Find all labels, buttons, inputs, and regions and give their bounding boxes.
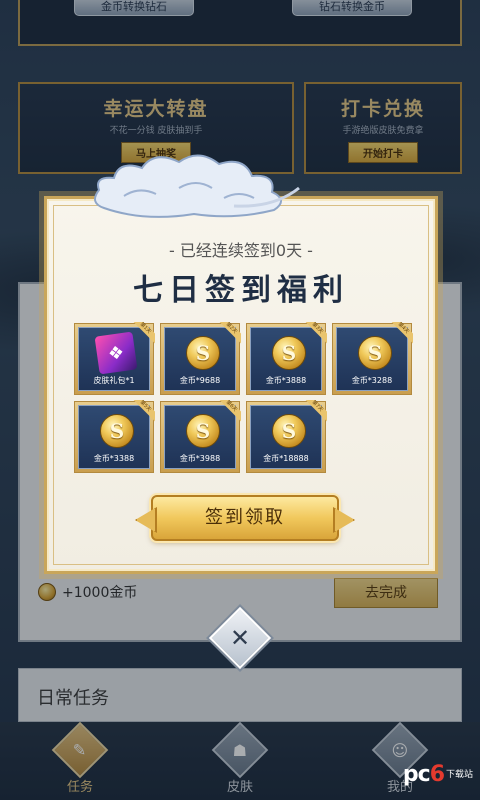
day-ribbon: 第3天 <box>305 322 327 344</box>
day-ribbon: 第2天 <box>219 322 241 344</box>
reward-tile-day3: S 金币*3888 第3天 <box>246 322 327 395</box>
reward-tile-day1: ❖ 皮肤礼包*1 第1天 <box>74 322 155 395</box>
coin-icon: S <box>272 336 306 370</box>
gift-icon: ❖ <box>94 331 138 375</box>
reward-tile-day2: S 金币*9688 第2天 <box>160 322 241 395</box>
watermark-logo: pc6 <box>402 762 445 787</box>
coin-icon: S <box>100 414 134 448</box>
reward-label: 金币*3988 <box>179 454 221 463</box>
day-ribbon: 第6天 <box>219 400 241 422</box>
reward-label: 金币*3888 <box>265 376 307 385</box>
reward-label: 金币*3388 <box>93 454 135 463</box>
watermark-subtext: 下载站 <box>446 769 474 780</box>
reward-tile-day4: S 金币*3288 第4天 <box>332 322 413 395</box>
dialog-title: 七日签到福利 <box>133 273 349 308</box>
day-ribbon: 第4天 <box>391 322 413 344</box>
coin-icon: S <box>186 414 220 448</box>
reward-label: 皮肤礼包*1 <box>93 376 135 385</box>
day-ribbon: 第7天 <box>305 400 327 422</box>
day-ribbon: 第5天 <box>133 400 155 422</box>
seven-day-checkin-dialog: - 已经连续签到0天 - 七日签到福利 ❖ 皮肤礼包*1 第1天 S 金币*96… <box>44 196 438 574</box>
coin-icon: S <box>186 336 220 370</box>
close-icon: ✕ <box>229 623 251 652</box>
reward-label: 金币*18888 <box>263 454 309 463</box>
reward-tile-day6: S 金币*3988 第6天 <box>160 400 241 473</box>
coin-icon: S <box>358 336 392 370</box>
checkin-claim-button[interactable]: 签到领取 <box>151 495 339 541</box>
coin-icon: S <box>272 414 306 448</box>
watermark: pc6 下载站 <box>403 762 474 787</box>
reward-tile-day5: S 金币*3388 第5天 <box>74 400 155 473</box>
reward-label: 金币*3288 <box>351 376 393 385</box>
reward-tile-day7: S 金币*18888 第7天 <box>246 400 327 473</box>
checkin-streak-text: - 已经连续签到0天 - <box>169 241 313 260</box>
day-ribbon: 第1天 <box>133 322 155 344</box>
reward-label: 金币*9688 <box>179 376 221 385</box>
cloud-decoration <box>94 154 300 218</box>
